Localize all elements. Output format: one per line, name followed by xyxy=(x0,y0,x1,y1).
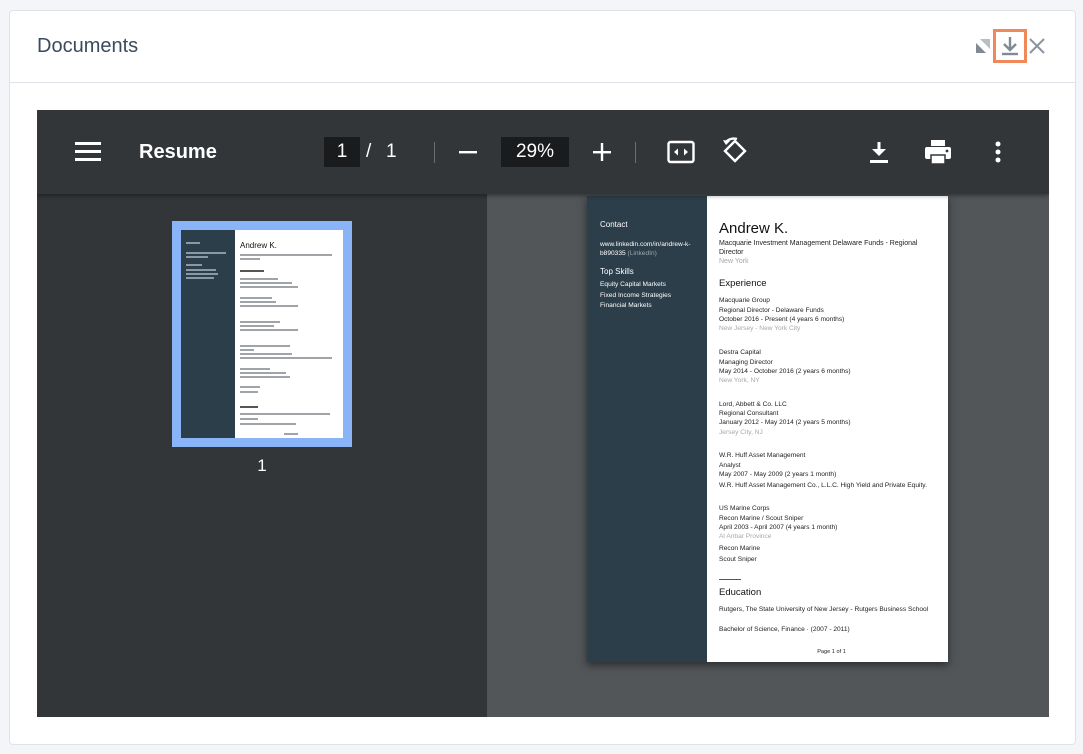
job-company: US Marine Corps xyxy=(719,505,770,512)
zoom-in-button[interactable] xyxy=(590,140,614,164)
menu-icon xyxy=(75,142,101,161)
toolbar-divider xyxy=(434,142,435,163)
document-title: Resume xyxy=(139,141,217,163)
pdf-toolbar: Resume 1 / 1 29% xyxy=(37,110,1049,194)
job-location: Al Anbar Province xyxy=(719,533,772,540)
education-degree: Bachelor of Science, Finance · (2007 - 2… xyxy=(719,626,850,633)
resume-location: New York xyxy=(719,258,749,265)
resume-body: Andrew K. Macquarie Investment Managemen… xyxy=(719,196,944,662)
card-header: Documents xyxy=(10,11,1075,83)
job-dates: May 2007 - May 2009 (2 years 1 month) xyxy=(719,471,837,478)
extra-line: Scout Sniper xyxy=(719,556,757,563)
thumbnail-preview: Andrew K. xyxy=(181,230,343,438)
page-total: 1 xyxy=(386,141,397,162)
job-description: W.R. Huff Asset Management Co., L.L.C. H… xyxy=(719,482,927,489)
job-dates: October 2016 - Present (4 years 6 months… xyxy=(719,316,845,323)
job-dates: April 2003 - April 2007 (4 years 1 month… xyxy=(719,524,838,531)
job-role: Regional Director - Delaware Funds xyxy=(719,307,824,314)
page-thumbnail[interactable]: Andrew K. xyxy=(172,221,352,447)
fit-page-button[interactable] xyxy=(666,138,696,166)
thumbnail-name: Andrew K. xyxy=(240,241,277,250)
more-options-button[interactable] xyxy=(987,138,1009,166)
linkedin-text: www.linkedin.com/in/andrew-k-b890335 (Li… xyxy=(600,240,700,258)
print-button[interactable] xyxy=(923,138,953,166)
toolbar-divider xyxy=(635,142,636,163)
resume-name: Andrew K. xyxy=(719,220,789,237)
thumbnail-sidebar-column xyxy=(181,230,235,438)
job-location: Jersey City, NJ xyxy=(719,429,763,436)
rotate-icon xyxy=(723,137,747,163)
resume-sidebar: Contact www.linkedin.com/in/andrew-k-b89… xyxy=(587,196,707,662)
job-dates: January 2012 - May 2014 (2 years 5 month… xyxy=(719,419,851,426)
skill-item: Equity Capital Markets xyxy=(600,281,666,288)
job-location: New York, NY xyxy=(719,377,760,384)
close-button[interactable] xyxy=(1022,31,1052,61)
job-location: New Jersey - New York City xyxy=(719,325,801,332)
contact-heading: Contact xyxy=(600,220,628,229)
card-title: Documents xyxy=(37,35,139,57)
skill-item: Fixed Income Strategies xyxy=(600,292,672,299)
job-company: W.R. Huff Asset Management xyxy=(719,452,806,459)
zoom-out-icon xyxy=(459,151,477,154)
linkedin-suffix: (LinkedIn) xyxy=(627,250,657,257)
job-company: Lord, Abbett & Co. LLC xyxy=(719,401,787,408)
job-company: Destra Capital xyxy=(719,349,761,356)
rotate-button[interactable] xyxy=(720,136,750,166)
skill-item: Financial Markets xyxy=(600,302,652,309)
download-icon xyxy=(1002,37,1018,56)
expand-icon xyxy=(976,39,990,53)
menu-button[interactable] xyxy=(75,141,101,163)
resume-headline: Macquarie Investment Management Delaware… xyxy=(719,240,918,256)
skills-heading: Top Skills xyxy=(600,267,634,276)
extra-line: Recon Marine xyxy=(719,545,761,552)
page-number-input[interactable]: 1 xyxy=(324,137,360,167)
toolbar-download-button[interactable] xyxy=(865,138,893,166)
job-role: Managing Director xyxy=(719,359,773,366)
zoom-in-icon xyxy=(593,143,611,161)
job-role: Analyst xyxy=(719,462,741,469)
education-heading: Education xyxy=(719,587,762,598)
job-role: Regional Consultant xyxy=(719,410,779,417)
more-vertical-icon xyxy=(995,141,1001,163)
pdf-page: Contact www.linkedin.com/in/andrew-k-b89… xyxy=(587,196,948,662)
pdf-viewer: Resume 1 / 1 29% Andrew K. 1 Contact www… xyxy=(37,110,1049,717)
download-icon xyxy=(870,142,888,163)
page-footer: Page 1 of 1 xyxy=(817,649,846,655)
section-divider xyxy=(719,579,741,580)
education-school: Rutgers, The State University of New Jer… xyxy=(719,606,929,613)
thumbnail-page-number: 1 xyxy=(257,456,267,475)
documents-card: Documents Resume 1 / 1 29% Andrew K. 1 C… xyxy=(9,10,1076,745)
thumbnail-sidebar: Andrew K. 1 xyxy=(37,194,487,717)
close-icon xyxy=(1029,38,1045,54)
job-company: Macquarie Group xyxy=(719,297,770,304)
job-dates: May 2014 - October 2016 (2 years 6 month… xyxy=(719,368,851,375)
job-role: Recon Marine / Scout Sniper xyxy=(719,515,804,522)
page-separator: / xyxy=(366,141,372,162)
print-icon xyxy=(925,140,951,165)
zoom-out-button[interactable] xyxy=(456,140,480,164)
zoom-level-input[interactable]: 29% xyxy=(501,137,569,167)
fit-page-icon xyxy=(667,140,695,164)
experience-heading: Experience xyxy=(719,278,767,289)
